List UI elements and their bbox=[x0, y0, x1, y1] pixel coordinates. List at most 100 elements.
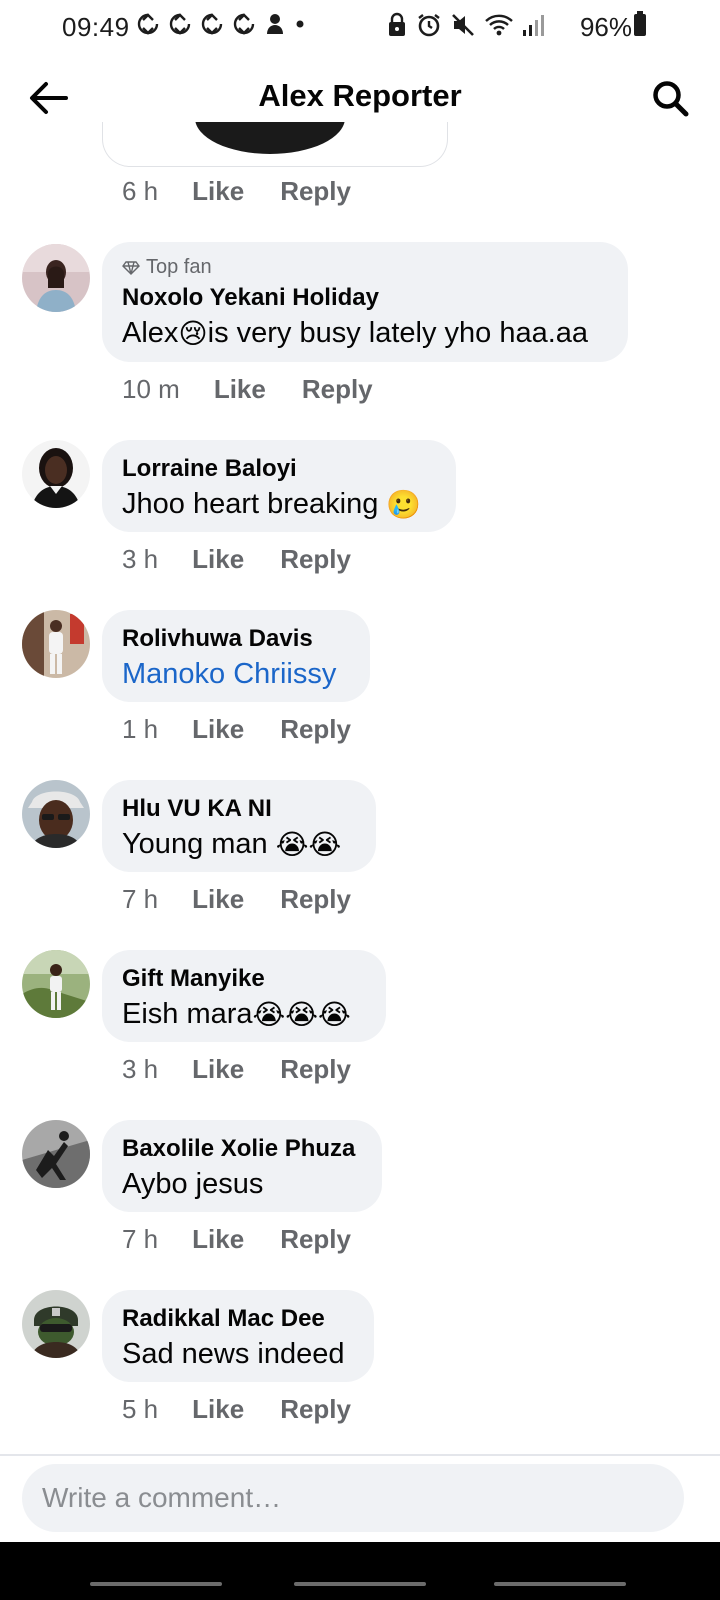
previous-comment-actions: 6 h Like Reply bbox=[122, 176, 351, 207]
comment-actions: 10 m Like Reply bbox=[122, 374, 373, 405]
status-time: 09:49 bbox=[62, 12, 130, 42]
comment-bubble[interactable]: Radikkal Mac Dee Sad news indeed bbox=[102, 1290, 374, 1382]
reply-button[interactable]: Reply bbox=[302, 374, 373, 405]
battery-icon bbox=[634, 11, 646, 36]
comment-text-part: Alex bbox=[122, 317, 179, 349]
reply-button[interactable]: Reply bbox=[280, 714, 351, 745]
reply-button[interactable]: Reply bbox=[280, 884, 351, 915]
comment-actions: 5 h Like Reply bbox=[122, 1394, 351, 1425]
mentioned-user-link[interactable]: Manoko Chriissy bbox=[122, 654, 350, 694]
comment-text: Young man 😭😭 bbox=[122, 824, 356, 864]
emoji: 🥲 bbox=[386, 488, 422, 522]
comment-timestamp: 6 h bbox=[122, 176, 159, 206]
comment-timestamp: 3 h bbox=[122, 1054, 159, 1084]
comment-text-part: Eish mara bbox=[122, 998, 253, 1030]
comment-bubble[interactable]: Gift Manyike Eish mara😭😭😭 bbox=[102, 950, 386, 1042]
reply-button[interactable]: Reply bbox=[280, 1054, 351, 1085]
status-bar: 09:49 96% bbox=[0, 0, 720, 56]
previous-comment-image[interactable] bbox=[102, 122, 448, 167]
comment-author[interactable]: Noxolo Yekani Holiday bbox=[122, 283, 608, 313]
comment-timestamp: 7 h bbox=[122, 884, 159, 914]
composer-divider bbox=[0, 1454, 720, 1456]
search-icon bbox=[653, 81, 689, 117]
comment-author[interactable]: Gift Manyike bbox=[122, 964, 366, 994]
comment-text: Alex😢is very busy lately yho haa.aa bbox=[122, 313, 608, 353]
emoji: 😭😭😭 bbox=[252, 998, 351, 1032]
avatar-image bbox=[22, 780, 90, 848]
comment-author[interactable]: Baxolile Xolie Phuza bbox=[122, 1134, 362, 1164]
avatar-image bbox=[22, 1290, 90, 1358]
comment-timestamp: 10 m bbox=[122, 374, 180, 404]
like-button[interactable]: Like bbox=[192, 176, 244, 207]
wifi-icon bbox=[485, 14, 513, 36]
mute-icon bbox=[452, 14, 474, 36]
comment-actions: 7 h Like Reply bbox=[122, 1224, 351, 1255]
comment-text: Eish mara😭😭😭 bbox=[122, 994, 366, 1034]
like-button[interactable]: Like bbox=[192, 714, 244, 745]
comment-bubble[interactable]: Hlu VU KA NI Young man 😭😭 bbox=[102, 780, 376, 872]
page-title: Alex Reporter bbox=[258, 78, 462, 113]
emoji: 😢 bbox=[178, 317, 208, 351]
avatar[interactable] bbox=[22, 950, 90, 1018]
comment-bubble[interactable]: Rolivhuwa Davis Manoko Chriissy bbox=[102, 610, 370, 702]
nav-recents-button[interactable] bbox=[90, 1582, 222, 1586]
like-button[interactable]: Like bbox=[214, 374, 266, 405]
avatar-image bbox=[22, 244, 90, 312]
avatar[interactable] bbox=[22, 1120, 90, 1188]
status-left-icons bbox=[136, 12, 306, 36]
avatar[interactable] bbox=[22, 440, 90, 508]
like-button[interactable]: Like bbox=[192, 544, 244, 575]
nav-home-button[interactable] bbox=[294, 1582, 426, 1586]
comment-input[interactable] bbox=[22, 1464, 684, 1532]
previous-comment-image-content bbox=[195, 122, 345, 154]
like-button[interactable]: Like bbox=[192, 884, 244, 915]
notification-icon bbox=[267, 14, 283, 34]
reply-button[interactable]: Reply bbox=[280, 544, 351, 575]
avatar-image bbox=[22, 610, 90, 678]
sync-icon bbox=[137, 13, 159, 35]
avatar[interactable] bbox=[22, 780, 90, 848]
emoji: 😭😭 bbox=[275, 828, 342, 862]
comment-text: Aybo jesus bbox=[122, 1168, 264, 1200]
avatar-image bbox=[22, 950, 90, 1018]
comment-text-part: Young man bbox=[122, 828, 276, 860]
lock-icon bbox=[389, 12, 405, 36]
comment-bubble[interactable]: Baxolile Xolie Phuza Aybo jesus bbox=[102, 1120, 382, 1212]
status-right-icons bbox=[386, 12, 544, 38]
comment-author[interactable]: Hlu VU KA NI bbox=[122, 794, 356, 824]
search-button[interactable] bbox=[646, 74, 694, 122]
reply-button[interactable]: Reply bbox=[280, 176, 351, 207]
reply-button[interactable]: Reply bbox=[280, 1224, 351, 1255]
comment-timestamp: 5 h bbox=[122, 1394, 159, 1424]
avatar-image bbox=[22, 1120, 90, 1188]
nav-back-button[interactable] bbox=[494, 1582, 626, 1586]
comment-actions: 1 h Like Reply bbox=[122, 714, 351, 745]
signal-icon bbox=[523, 15, 544, 36]
avatar[interactable] bbox=[22, 610, 90, 678]
system-navigation-bar bbox=[0, 1542, 720, 1600]
like-button[interactable]: Like bbox=[192, 1394, 244, 1425]
avatar[interactable] bbox=[22, 1290, 90, 1358]
dot-icon bbox=[296, 20, 304, 28]
avatar-image bbox=[22, 440, 90, 508]
sync-icon bbox=[233, 13, 255, 35]
comment-actions: 3 h Like Reply bbox=[122, 1054, 351, 1085]
comment-text-part: is very busy lately yho haa.aa bbox=[207, 317, 589, 349]
top-fan-badge: Top fan bbox=[122, 256, 608, 279]
comment-text: Sad news indeed bbox=[122, 1338, 345, 1370]
comment-timestamp: 7 h bbox=[122, 1224, 159, 1254]
comment-author[interactable]: Radikkal Mac Dee bbox=[122, 1304, 354, 1334]
comment-author[interactable]: Lorraine Baloyi bbox=[122, 454, 436, 484]
comment-author[interactable]: Rolivhuwa Davis bbox=[122, 624, 350, 654]
like-button[interactable]: Like bbox=[192, 1054, 244, 1085]
comment-timestamp: 3 h bbox=[122, 544, 159, 574]
alarm-icon bbox=[418, 14, 440, 37]
comment-actions: 7 h Like Reply bbox=[122, 884, 351, 915]
reply-button[interactable]: Reply bbox=[280, 1394, 351, 1425]
avatar[interactable] bbox=[22, 244, 90, 312]
like-button[interactable]: Like bbox=[192, 1224, 244, 1255]
sync-icon bbox=[201, 13, 223, 35]
comment-bubble[interactable]: Top fan Noxolo Yekani Holiday Alex😢is ve… bbox=[102, 242, 628, 362]
comment-actions: 3 h Like Reply bbox=[122, 544, 351, 575]
comment-bubble[interactable]: Lorraine Baloyi Jhoo heart breaking 🥲 bbox=[102, 440, 456, 532]
